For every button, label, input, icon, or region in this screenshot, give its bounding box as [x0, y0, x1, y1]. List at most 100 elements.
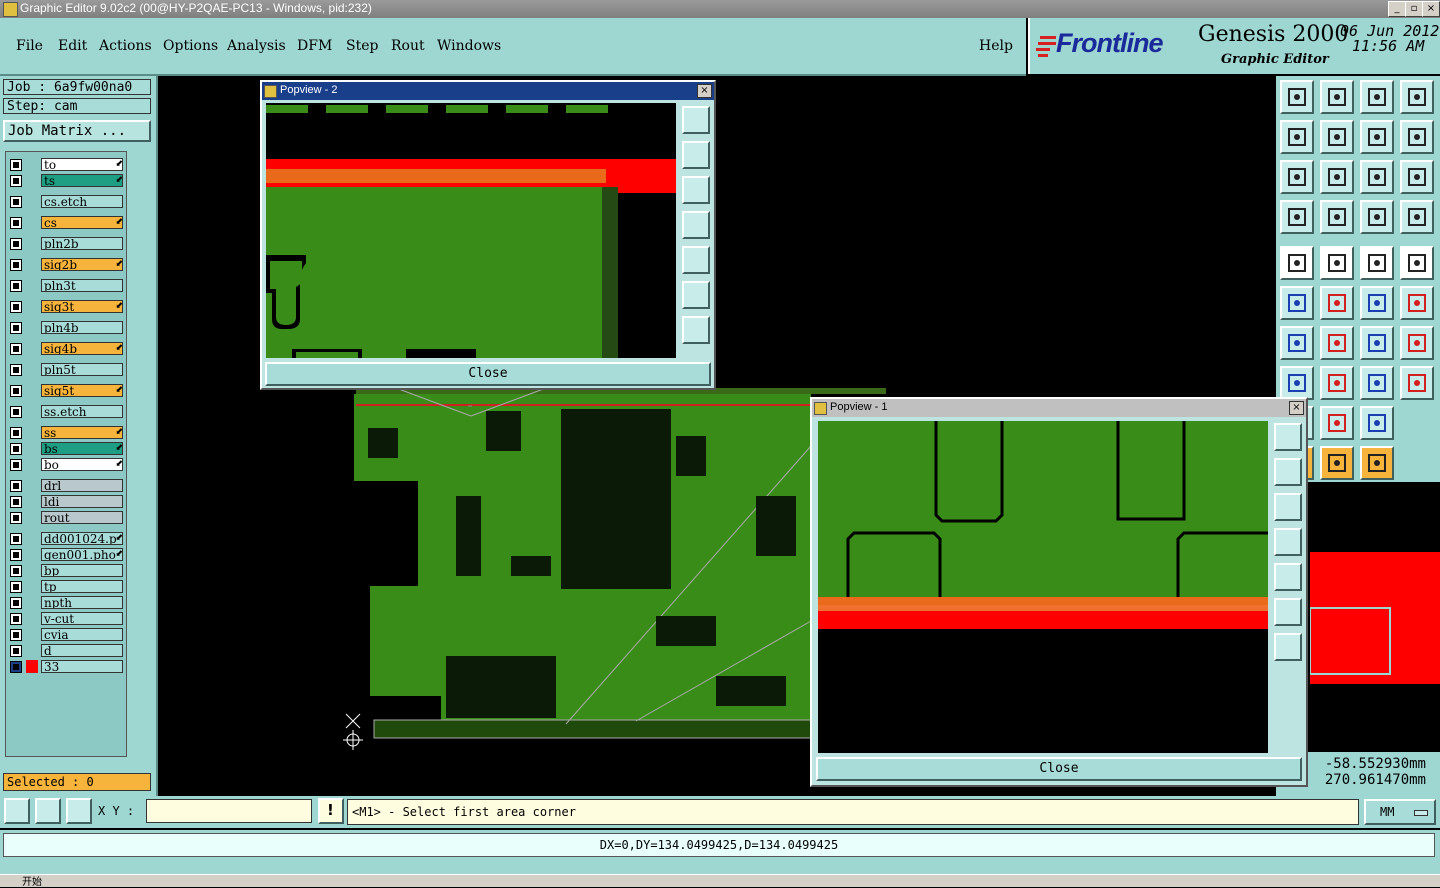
layer-name[interactable]: drl [41, 479, 123, 492]
mirror-button[interactable] [1400, 120, 1434, 154]
layer-checkbox[interactable] [10, 217, 22, 229]
layer-name[interactable]: sig5t [41, 384, 123, 397]
move-left-button[interactable] [1280, 120, 1314, 154]
popview-1-close-button[interactable]: Close [816, 757, 1302, 781]
layer-row[interactable]: tp [8, 580, 126, 594]
job-matrix-button[interactable]: Job Matrix ... [3, 120, 151, 142]
layer-name[interactable]: bo [41, 458, 123, 471]
layer-checkbox[interactable] [10, 343, 22, 355]
zoom-home-button[interactable] [1280, 80, 1314, 114]
arc-button[interactable] [1360, 326, 1394, 360]
pointer-2-button[interactable] [1320, 446, 1354, 480]
window-title-bar[interactable]: Graphic Editor 9.02c2 (00@HY-P2QAE-PC13 … [0, 0, 1440, 18]
pv1-pan-right-button[interactable] [1274, 563, 1302, 591]
settings-button[interactable] [1280, 200, 1314, 234]
menu-rout[interactable]: Rout [391, 38, 425, 54]
layer-row[interactable]: cs.etch [8, 195, 126, 209]
net-view-button[interactable] [1360, 200, 1394, 234]
layer-checkbox[interactable] [10, 443, 22, 455]
line-button[interactable] [1320, 326, 1354, 360]
pv2-pan-right-button[interactable] [682, 246, 710, 274]
layer-name[interactable]: cs.etch [41, 195, 123, 208]
layer-row[interactable]: ss.etch [8, 405, 126, 419]
ruler-button[interactable] [1360, 246, 1394, 280]
pv2-zoom-out-button[interactable] [682, 281, 710, 309]
pointer-3-button[interactable] [1360, 446, 1394, 480]
layer-row[interactable]: ldi [8, 495, 126, 509]
layer-row[interactable]: bp [8, 564, 126, 578]
center-button[interactable] [1320, 160, 1354, 194]
layer-name[interactable]: v-cut [41, 612, 123, 625]
window-button[interactable] [1400, 80, 1434, 114]
help-button[interactable] [1400, 160, 1434, 194]
move-right-button[interactable] [1320, 120, 1354, 154]
maximize-button[interactable]: ▫ [1405, 1, 1423, 17]
layer-row[interactable]: d [8, 644, 126, 658]
layer-row[interactable]: dd001024.p ⬋ [8, 532, 126, 546]
layer-name[interactable]: cs [41, 216, 123, 229]
menu-windows[interactable]: Windows [437, 38, 501, 54]
layer-row[interactable]: ss ⬋ [8, 426, 126, 440]
angle-button[interactable] [1280, 326, 1314, 360]
pad-select-button[interactable] [1280, 366, 1314, 400]
draw-vector-button[interactable] [1320, 246, 1354, 280]
text-button[interactable] [1400, 326, 1434, 360]
layer-name[interactable]: rout [41, 511, 123, 524]
line-cut-button[interactable] [1320, 366, 1354, 400]
layer-checkbox[interactable] [10, 459, 22, 471]
layer-checkbox[interactable] [10, 385, 22, 397]
pv1-zoom-out-button[interactable] [1274, 598, 1302, 626]
layer-name[interactable]: ss [41, 426, 123, 439]
layer-row[interactable]: pln4b [8, 321, 126, 335]
layer-row[interactable]: sig4b ⬋ [8, 342, 126, 356]
net-button[interactable] [1320, 200, 1354, 234]
layer-checkbox[interactable] [10, 480, 22, 492]
layer-row[interactable]: pln2b [8, 237, 126, 251]
close-window-button[interactable]: × [1422, 1, 1440, 17]
layer-checkbox[interactable] [10, 427, 22, 439]
alert-button[interactable]: ! [318, 798, 344, 824]
layer-name[interactable]: dd001024.p [41, 532, 123, 545]
pv2-zoom-in-button[interactable] [682, 316, 710, 344]
pv1-zoom-fit-button[interactable] [1274, 423, 1302, 451]
layer-down-button[interactable] [1320, 80, 1354, 114]
minimize-button[interactable]: _ [1388, 1, 1406, 17]
measure-button[interactable] [1360, 366, 1394, 400]
zoom-fit-button[interactable] [1280, 160, 1314, 194]
layer-row[interactable]: v-cut [8, 612, 126, 626]
popview-1-titlebar[interactable]: Popview - 1 × [812, 399, 1306, 417]
layer-checkbox[interactable] [10, 364, 22, 376]
layer-name[interactable]: gen001.pho [41, 548, 123, 561]
layer-row[interactable]: gen001.pho ⬋ [8, 548, 126, 562]
layer-row[interactable]: sig3t ⬋ [8, 300, 126, 314]
pv1-pan-left-button[interactable] [1274, 528, 1302, 556]
triangle-2-button[interactable] [1360, 406, 1394, 440]
cross-button[interactable] [1320, 286, 1354, 320]
grid-tool-button[interactable] [66, 798, 92, 824]
layer-checkbox[interactable] [10, 496, 22, 508]
net-compare-button[interactable] [1400, 200, 1434, 234]
layer-checkbox[interactable] [10, 581, 22, 593]
rotate-button[interactable] [1360, 120, 1394, 154]
layer-name[interactable]: pln3t [41, 279, 123, 292]
line-pad-2-button[interactable] [1400, 286, 1434, 320]
layer-checkbox[interactable] [10, 629, 22, 641]
pv2-zoom-fit-button[interactable] [682, 106, 710, 134]
layer-row[interactable]: cs ⬋ [8, 216, 126, 230]
layer-name[interactable]: cvia [41, 628, 123, 641]
layer-checkbox[interactable] [10, 159, 22, 171]
pv1-zoom-in-button[interactable] [1274, 633, 1302, 661]
layer-name[interactable]: pln2b [41, 237, 123, 250]
scale-1-2-button[interactable] [1360, 160, 1394, 194]
layer-checkbox[interactable] [10, 301, 22, 313]
layer-row[interactable]: bs ⬋ [8, 442, 126, 456]
layer-row[interactable]: sig5t ⬋ [8, 384, 126, 398]
layer-row[interactable]: 33 [8, 660, 126, 674]
measure-tool-button[interactable] [35, 798, 61, 824]
layer-row[interactable]: pln3t [8, 279, 126, 293]
layer-checkbox[interactable] [10, 322, 22, 334]
pv1-pan-down-button[interactable] [1274, 493, 1302, 521]
layer-checkbox[interactable] [10, 175, 22, 187]
pv2-pan-up-button[interactable] [682, 141, 710, 169]
layer-row[interactable]: npth [8, 596, 126, 610]
